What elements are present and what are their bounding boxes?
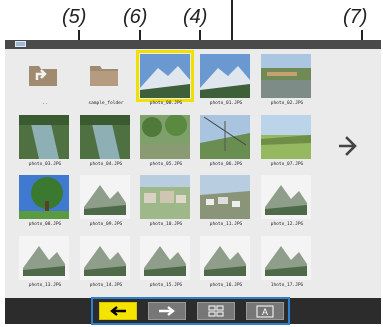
back-button[interactable] xyxy=(99,302,137,320)
item-filename: sample_folder xyxy=(88,101,124,106)
up-folder-icon xyxy=(29,66,57,86)
file-browser-screen: .. sample_folder photo_00.JPG photo_01.JPG p… xyxy=(5,40,381,324)
photo-thumbnail xyxy=(261,236,311,280)
item-filename: photo_15.JPG xyxy=(149,283,183,288)
item-filename: photo_11.JPG xyxy=(209,222,243,227)
photo-item[interactable]: photo_01.JPG xyxy=(198,52,254,110)
grid-view-button[interactable] xyxy=(197,302,235,320)
photo-item[interactable]: photo_10.JPG xyxy=(138,173,194,231)
photo-thumbnail xyxy=(261,54,311,98)
text-a-letter: A xyxy=(262,307,268,317)
item-filename: photo_06.JPG xyxy=(209,162,243,167)
photo-item[interactable]: photo_12.JPG xyxy=(259,173,315,231)
photo-item[interactable]: photo_04.JPG xyxy=(78,113,134,171)
photo-item[interactable]: photo_11.JPG xyxy=(198,173,254,231)
photo-thumbnail xyxy=(80,175,130,219)
forward-button[interactable] xyxy=(148,302,186,320)
photo-thumbnail xyxy=(200,175,250,219)
photo-thumbnail xyxy=(80,115,130,159)
item-filename: photo_02.JPG xyxy=(270,101,304,106)
photo-item[interactable]: photo_14.JPG xyxy=(78,234,134,292)
photo-thumbnail xyxy=(140,115,190,159)
item-filename: photo_13.JPG xyxy=(28,283,62,288)
grid-view-icon xyxy=(208,305,224,317)
text-mode-button[interactable]: A xyxy=(246,302,284,320)
next-page-arrow-icon[interactable] xyxy=(339,135,357,157)
item-filename: photo_04.JPG xyxy=(89,162,123,167)
item-filename: photo_01.JPG xyxy=(209,101,243,106)
item-filename: photo_05.JPG xyxy=(149,162,183,167)
folder-item[interactable]: sample_folder xyxy=(78,52,134,110)
folder-icon xyxy=(90,66,118,86)
parent-folder-item[interactable]: .. xyxy=(17,52,73,110)
photo-item[interactable]: photo_09.JPG xyxy=(78,173,134,231)
photo-item[interactable]: photo_06.JPG xyxy=(198,113,254,171)
photo-thumbnail xyxy=(19,115,69,159)
item-filename: photo_08.JPG xyxy=(28,222,62,227)
item-filename: photo_10.JPG xyxy=(149,222,183,227)
photo-thumbnail xyxy=(261,115,311,159)
photo-item[interactable]: photo_13.JPG xyxy=(17,234,73,292)
item-filename: photo_16.JPG xyxy=(209,283,243,288)
text-a-icon: A xyxy=(256,305,274,317)
photo-item[interactable]: photo_16.JPG xyxy=(198,234,254,292)
photo-thumbnail xyxy=(19,175,69,219)
callout-7: (7) xyxy=(343,6,368,28)
photo-item[interactable]: photo_00.JPG xyxy=(136,50,194,110)
photo-item[interactable]: photo_15.JPG xyxy=(138,234,194,292)
photo-item[interactable]: photo_03.JPG xyxy=(17,113,73,171)
photo-item[interactable]: photo_02.JPG xyxy=(259,52,315,110)
item-filename: photo_09.JPG xyxy=(89,222,123,227)
title-bar xyxy=(5,40,381,49)
photo-thumbnail xyxy=(200,115,250,159)
item-filename: 1hoto_17.JPG xyxy=(270,283,304,288)
photo-item[interactable]: photo_07.JPG xyxy=(259,113,315,171)
photo-thumbnail xyxy=(19,236,69,280)
item-filename: photo_00.JPG xyxy=(149,101,183,106)
bottom-button-group: A xyxy=(91,297,290,325)
forward-arrow-icon xyxy=(159,306,175,316)
callout-6: (6) xyxy=(123,6,148,28)
item-filename: photo_14.JPG xyxy=(89,283,123,288)
photo-item[interactable]: 1hoto_17.JPG xyxy=(259,234,315,292)
photo-item[interactable]: photo_08.JPG xyxy=(17,173,73,231)
photo-thumbnail xyxy=(140,236,190,280)
photo-item[interactable]: photo_05.JPG xyxy=(138,113,194,171)
photo-thumbnail xyxy=(136,50,194,102)
photo-thumbnail xyxy=(261,175,311,219)
callout-4: (4) xyxy=(183,6,208,28)
source-icon xyxy=(15,41,26,47)
item-filename: photo_07.JPG xyxy=(270,162,304,167)
callout-5: (5) xyxy=(62,6,87,28)
item-filename: photo_12.JPG xyxy=(270,222,304,227)
item-filename: .. xyxy=(42,101,48,106)
photo-thumbnail xyxy=(80,236,130,280)
item-filename: photo_03.JPG xyxy=(28,162,62,167)
photo-thumbnail xyxy=(140,175,190,219)
photo-thumbnail xyxy=(200,236,250,280)
back-arrow-icon xyxy=(110,306,126,316)
photo-thumbnail xyxy=(200,54,250,98)
